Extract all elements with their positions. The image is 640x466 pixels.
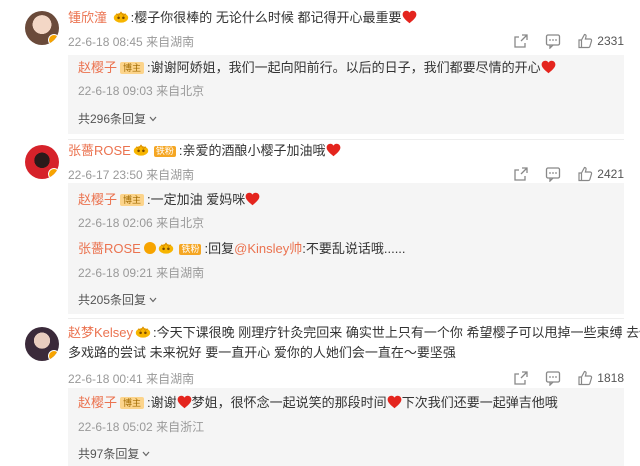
comment-line: 张薔ROSE 铁粉:亲爱的酒酿小樱子加油哦: [68, 142, 341, 160]
more-replies-link[interactable]: 共296条回复: [78, 110, 157, 127]
mention-link[interactable]: @Kinsley帅: [234, 241, 302, 256]
comment-line: 锺欣潼 :樱子你很棒的 无论什么时候 都记得开心最重要: [68, 9, 417, 27]
like-count: 2421: [597, 167, 624, 181]
comment-time: 22-6-17 23:50: [68, 168, 143, 182]
heart-emoji-icon: [245, 192, 260, 206]
reply-meta: 22-6-18 02:06 来自北京: [78, 214, 204, 231]
author-badge: 博主: [120, 194, 145, 206]
reply-time: 22-6-18 09:21: [78, 266, 153, 280]
reply-text: 谢谢阿娇姐，我们一起向阳前行。以后的日子，我们都要尽情的开心: [150, 60, 541, 75]
reply-text: 梦姐，很怀念一起说笑的那段时间: [191, 395, 387, 410]
chevron-down-icon: [149, 297, 157, 303]
comment-icon[interactable]: [545, 166, 561, 182]
comment-actions: 2331: [497, 33, 624, 49]
crown-badge-icon: [158, 242, 174, 254]
comment-icon[interactable]: [545, 370, 561, 386]
reply-text: 谢谢: [150, 395, 177, 410]
comment-username[interactable]: 张薔ROSE: [68, 143, 131, 158]
comment-time: 22-6-18 00:41: [68, 372, 143, 386]
more-replies-label: 共296条回复: [78, 112, 147, 126]
verified-badge-icon: [48, 34, 59, 45]
heart-emoji-icon: [326, 143, 341, 157]
like-count: 1818: [597, 371, 624, 385]
reply-box: 赵樱子 博主:谢谢阿娇姐，我们一起向阳前行。以后的日子，我们都要尽情的开心 22-…: [68, 55, 624, 134]
comment-meta: 22-6-17 23:50 来自湖南: [68, 166, 194, 183]
comment-text: 多戏路的尝试 未来祝好 要一直开心 爱你的人她们会一直在～要坚强: [68, 345, 456, 360]
avatar[interactable]: [25, 327, 59, 361]
author-badge: 博主: [120, 397, 145, 409]
reply-line: 赵樱子 博主:谢谢 梦姐，很怀念一起说笑的那段时间 下次我们还要一起弹吉他哦: [78, 395, 558, 410]
avatar[interactable]: [25, 145, 59, 179]
reply-location: 来自北京: [156, 216, 205, 230]
reply-location: 来自浙江: [156, 420, 205, 434]
more-replies-link[interactable]: 共205条回复: [78, 291, 157, 308]
avatar[interactable]: [25, 11, 59, 45]
reply-meta: 22-6-18 09:03 来自北京: [78, 82, 204, 99]
like-icon[interactable]: [577, 166, 593, 182]
reply-username[interactable]: 赵樱子: [78, 192, 117, 207]
reply-time: 22-6-18 02:06: [78, 216, 153, 230]
comment-line: 赵梦Kelsey:今天下课很晚 刚理疗针灸完回来 确实世上只有一个你 希望樱子可…: [68, 324, 640, 342]
comment-text: 今天下课很晚 刚理疗针灸完回来 确实世上只有一个你 希望樱子可以甩掉一些束缚 去…: [156, 325, 640, 340]
like-icon[interactable]: [577, 33, 593, 49]
comment-actions: 1818: [497, 370, 624, 386]
fan-badge: 铁粉: [179, 244, 202, 255]
crown-badge-icon: [133, 144, 149, 156]
comment-username[interactable]: 赵梦Kelsey: [68, 325, 133, 340]
reply-line: 张薔ROSE 铁粉:回复@Kinsley帅:不要乱说话哦......: [78, 241, 406, 256]
comment-line-2: 多戏路的尝试 未来祝好 要一直开心 爱你的人她们会一直在～要坚强: [68, 344, 456, 362]
reply-location: 来自湖南: [156, 266, 205, 280]
heart-emoji-icon: [402, 10, 417, 24]
reply-text: 下次我们还要一起弹吉他哦: [401, 395, 558, 410]
heart-emoji-icon: [387, 395, 402, 409]
reply-line: 赵樱子 博主:谢谢阿娇姐，我们一起向阳前行。以后的日子，我们都要尽情的开心: [78, 59, 556, 77]
verified-badge-icon: [144, 242, 157, 254]
comment-time: 22-6-18 08:45: [68, 35, 143, 49]
like-count: 2331: [597, 34, 624, 48]
comment-meta: 22-6-18 00:41 来自湖南: [68, 370, 194, 387]
heart-emoji-icon: [541, 60, 556, 74]
share-icon[interactable]: [513, 370, 529, 386]
reply-prefix: 回复: [208, 241, 235, 256]
comment-username[interactable]: 锺欣潼: [68, 10, 107, 25]
more-replies-link[interactable]: 共97条回复: [78, 445, 150, 462]
reply-username[interactable]: 张薔ROSE: [78, 241, 141, 256]
comment-text: 樱子你很棒的 无论什么时候 都记得开心最重要: [134, 10, 402, 25]
chevron-down-icon: [142, 451, 150, 457]
share-icon[interactable]: [513, 166, 529, 182]
comment-meta: 22-6-18 08:45 来自湖南: [68, 33, 194, 50]
reply-text: 不要乱说话哦......: [305, 241, 406, 256]
heart-emoji-icon: [177, 395, 192, 409]
reply-location: 来自北京: [156, 84, 205, 98]
fan-badge: 铁粉: [153, 146, 176, 157]
crown-badge-icon: [113, 11, 129, 23]
share-icon[interactable]: [513, 33, 529, 49]
comment-location: 来自湖南: [146, 168, 195, 182]
comment-location: 来自湖南: [146, 372, 195, 386]
verified-badge-icon: [48, 168, 59, 179]
reply-meta: 22-6-18 05:02 来自浙江: [78, 418, 204, 435]
reply-text: 一定加油 爱妈咪: [150, 192, 246, 207]
like-icon[interactable]: [577, 370, 593, 386]
reply-time: 22-6-18 05:02: [78, 420, 153, 434]
verified-badge-icon: [48, 350, 59, 361]
reply-line: 赵樱子 博主:一定加油 爱妈咪: [78, 191, 260, 209]
crown-badge-icon: [135, 326, 151, 338]
more-replies-label: 共97条回复: [78, 447, 140, 461]
divider: [68, 318, 624, 319]
divider: [68, 139, 624, 140]
reply-time: 22-6-18 09:03: [78, 84, 153, 98]
comment-location: 来自湖南: [146, 35, 195, 49]
comment-actions: 2421: [497, 166, 624, 182]
author-badge: 博主: [120, 62, 145, 74]
reply-box: 赵樱子 博主:谢谢 梦姐，很怀念一起说笑的那段时间 下次我们还要一起弹吉他哦 22-6…: [68, 388, 624, 466]
comment-text: 亲爱的酒酿小樱子加油哦: [182, 143, 326, 158]
comment-icon[interactable]: [545, 33, 561, 49]
reply-box: 赵樱子 博主:一定加油 爱妈咪 22-6-18 02:06 来自北京 张薔ROSE…: [68, 183, 624, 314]
reply-meta: 22-6-18 09:21 来自湖南: [78, 264, 204, 281]
more-replies-label: 共205条回复: [78, 293, 147, 307]
chevron-down-icon: [149, 116, 157, 122]
reply-username[interactable]: 赵樱子: [78, 60, 117, 75]
reply-username[interactable]: 赵樱子: [78, 395, 117, 410]
